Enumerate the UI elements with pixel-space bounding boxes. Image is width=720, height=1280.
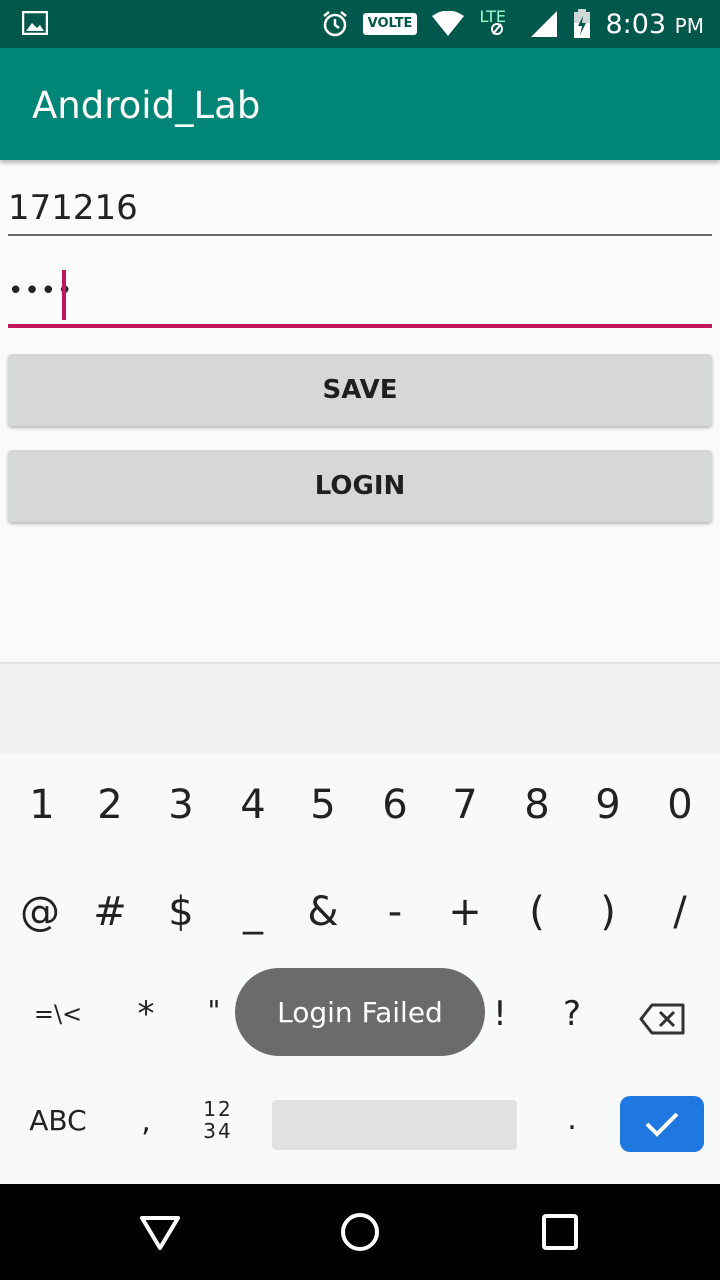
key-dollar[interactable]: $ xyxy=(145,889,217,935)
key-1[interactable]: 1 xyxy=(6,782,78,828)
save-button[interactable]: SAVE xyxy=(8,354,712,426)
app-bar: Android_Lab xyxy=(0,48,720,160)
wifi-icon xyxy=(432,11,465,36)
status-bar: VOLTE LTE 8:03 PM xyxy=(0,0,720,48)
signal-icon xyxy=(531,11,558,37)
lte-icon: LTE xyxy=(479,7,515,41)
key-question[interactable]: ? xyxy=(536,994,608,1034)
key-ampersand[interactable]: & xyxy=(287,889,359,935)
toast-message: Login Failed xyxy=(235,968,485,1056)
navigation-bar xyxy=(0,1184,720,1280)
volte-badge: VOLTE xyxy=(362,13,418,35)
key-space[interactable] xyxy=(272,1100,517,1150)
battery-icon xyxy=(574,9,591,38)
key-slash[interactable]: / xyxy=(644,889,716,935)
keyboard-row-numbers: 1 2 3 4 5 6 7 8 9 0 xyxy=(0,782,720,882)
alarm-icon xyxy=(322,11,347,37)
key-7[interactable]: 7 xyxy=(429,782,501,828)
key-open-paren[interactable]: ( xyxy=(501,889,573,935)
gallery-icon xyxy=(22,11,48,35)
key-underscore[interactable]: _ xyxy=(217,889,289,935)
key-5[interactable]: 5 xyxy=(287,782,359,828)
key-0[interactable]: 0 xyxy=(644,782,716,828)
key-comma[interactable]: , xyxy=(110,1104,182,1139)
key-2[interactable]: 2 xyxy=(74,782,146,828)
username-field[interactable]: 171216 xyxy=(8,178,712,236)
key-4[interactable]: 4 xyxy=(217,782,289,828)
key-abc[interactable]: ABC xyxy=(18,1104,98,1137)
keyboard-row-bottom: ABC , 12 34 . xyxy=(0,1084,720,1184)
key-9[interactable]: 9 xyxy=(572,782,644,828)
key-minus[interactable]: - xyxy=(359,889,431,935)
text-cursor xyxy=(62,270,66,320)
app-title: Android_Lab xyxy=(32,84,261,127)
key-more-symbols[interactable]: =\< xyxy=(20,1000,96,1028)
key-at[interactable]: @ xyxy=(4,889,76,935)
recents-icon[interactable] xyxy=(536,1208,584,1256)
password-field[interactable]: •••• xyxy=(8,262,712,328)
key-3[interactable]: 3 xyxy=(145,782,217,828)
key-numpad[interactable]: 12 34 xyxy=(186,1098,250,1142)
enter-button[interactable] xyxy=(620,1096,704,1152)
key-period[interactable]: . xyxy=(536,1102,608,1137)
key-6[interactable]: 6 xyxy=(359,782,431,828)
back-icon[interactable] xyxy=(136,1208,184,1256)
status-time: 8:03 PM xyxy=(605,8,704,40)
key-close-paren[interactable]: ) xyxy=(572,889,644,935)
key-8[interactable]: 8 xyxy=(501,782,573,828)
backspace-icon[interactable] xyxy=(638,1002,686,1036)
key-hash[interactable]: # xyxy=(74,889,146,935)
username-value: 171216 xyxy=(8,188,138,228)
keyboard-suggestion-strip xyxy=(0,662,720,754)
key-plus[interactable]: + xyxy=(429,889,501,935)
checkmark-icon xyxy=(645,1112,679,1137)
home-icon[interactable] xyxy=(336,1208,384,1256)
login-button[interactable]: LOGIN xyxy=(8,450,712,522)
key-asterisk[interactable]: * xyxy=(110,994,182,1034)
